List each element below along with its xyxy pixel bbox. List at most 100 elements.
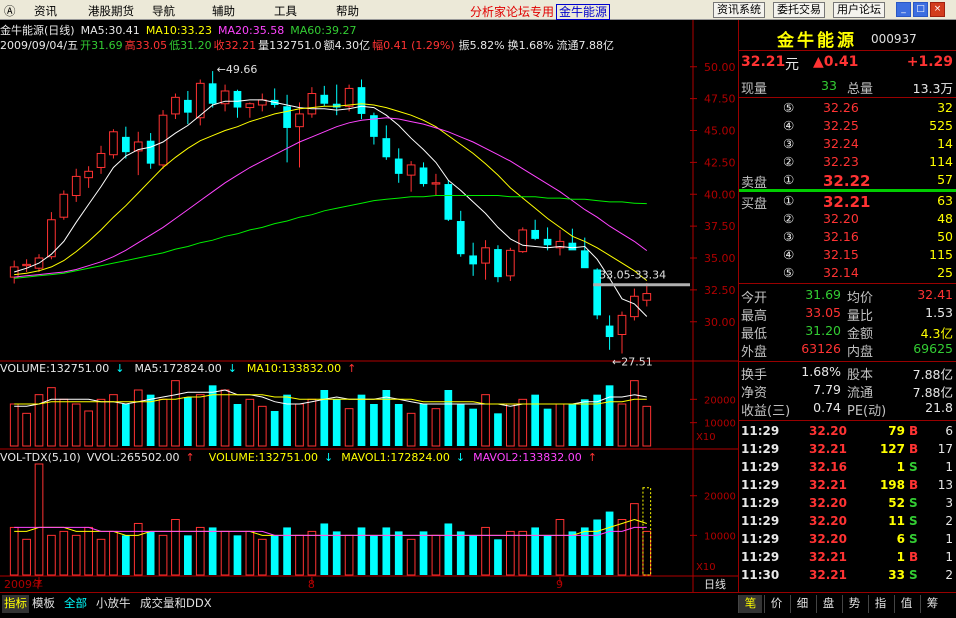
separator [739,361,956,362]
tab-indicator[interactable]: 指标 [2,595,29,613]
tick-price: 32.16 [809,460,847,474]
tab-chips[interactable]: 筹 [920,595,944,613]
tick-row[interactable]: 11:29 32.20 6 S 1 [739,532,956,550]
vol-value-label: VOLUME:132751.00 [0,362,110,375]
buy-order-row[interactable]: ③ 32.16 50 [739,229,956,247]
tick-side: B [909,424,919,438]
separator [739,283,956,284]
menu-a[interactable]: Ⓐ [4,3,16,19]
candle-up [96,152,106,168]
candle-up [9,266,19,278]
volume-bar-down [332,399,341,446]
sell-order-row[interactable]: ③ 32.24 14 [739,136,956,154]
tdx-bar-down [605,511,614,575]
tick-volume: 127 [879,442,905,456]
volume-bar-down [146,394,155,446]
buy-order-row[interactable]: ② 32.20 48 [739,211,956,229]
candle-down [146,140,155,164]
tab-template[interactable]: 模板 [30,595,57,613]
volume-bar-up [481,394,490,447]
menu-assist[interactable]: 辅助 [212,3,235,19]
menu-hk-futures[interactable]: 港股期货 [88,3,134,19]
tab-value[interactable]: 值 [894,595,918,613]
low-label: 低31.20 [169,39,212,52]
tab-detail[interactable]: 细 [790,595,814,613]
tdx-bar-down [394,531,403,575]
tab-book[interactable]: 盘 [816,595,840,613]
tab-volume-ddx[interactable]: 成交量和DDX [138,595,214,613]
stat-value: 63126 [801,341,841,356]
maximize-icon[interactable]: □ [913,2,928,17]
candle-down [184,99,192,113]
forum-button[interactable]: 用户论坛 [833,2,885,18]
tick-side: B [909,550,919,564]
tick-row[interactable]: 11:29 32.21 1 B 1 [739,550,956,568]
volume-bar-down [370,404,378,446]
candle-up [245,103,255,109]
order-level: ① [783,193,795,208]
tick-row[interactable]: 11:29 32.20 52 S 3 [739,496,956,514]
minimize-icon[interactable]: _ [896,2,911,17]
close-icon[interactable]: × [930,2,945,17]
order-volume: 48 [937,211,953,226]
tick-count: 1 [945,550,953,564]
chart-title: 金牛能源(日线) [0,24,75,37]
tick-price: 32.21 [809,442,847,456]
tdx-bar-up [158,534,168,576]
buy-order-row[interactable]: ① 32.21 63 [739,193,956,211]
sell-order-row[interactable]: ② 32.23 114 [739,154,956,172]
volume-bar-down [568,404,577,446]
menu-navigation[interactable]: 导航 [152,3,175,19]
tick-row[interactable]: 11:29 32.21 198 B 13 [739,478,956,496]
tick-row[interactable]: 11:30 32.21 33 S 2 [739,568,956,586]
tdx-bar-up [59,530,69,576]
tdx-bar-down [543,535,552,575]
candle-down [531,229,540,239]
price-header-line1: 金牛能源(日线) MA5:30.41 MA10:33.23 MA20:35.58 MA6… [0,22,362,38]
tab-price[interactable]: 价 [764,595,788,613]
volume-bar-up [295,403,304,447]
volume-bar-up [518,398,528,447]
buy-order-row[interactable]: ④ 32.15 115 [739,247,956,265]
sell-order-row[interactable]: ⑤ 32.26 32 [739,100,956,118]
tab-all[interactable]: 全部 [62,595,89,613]
tick-row[interactable]: 11:29 32.21 127 B 17 [739,442,956,460]
tick-price: 32.21 [809,550,847,564]
volume-bar-up [630,380,639,447]
turnover-label: 换1.68% [507,39,554,52]
stat-value: 0.74 [813,400,841,415]
menu-tools[interactable]: 工具 [274,3,297,19]
volume-bar-down [456,404,465,446]
tdx-bar-up [9,526,19,576]
news-system-button[interactable]: 资讯系统 [713,2,765,18]
tab-xiaofangniu[interactable]: 小放牛 [94,595,133,613]
tdx-bar-down [419,531,428,575]
tick-row[interactable]: 11:29 32.16 1 S 1 [739,460,956,478]
sell-order-row[interactable]: ④ 32.25 525 [739,118,956,136]
tick-volume: 1 [896,460,905,474]
volume-bar-up [506,403,515,447]
price-unit: 元 [785,57,799,73]
tick-row[interactable]: 11:29 32.20 79 B 6 [739,424,956,442]
price-axis-label: 42.50 [704,156,736,169]
tick-count: 1 [945,532,953,546]
price-header-line2: 2009/09/04/五 开31.69 高33.05 低31.20 收32.21 量132… [0,37,620,53]
tick-row[interactable]: 11:29 32.20 11 S 2 [739,514,956,532]
buy-order-row[interactable]: ⑤ 32.14 25 [739,265,956,283]
tdx-bar-up [630,503,639,576]
volume-bar-up [344,408,354,447]
candle-up [431,182,441,185]
kline-chart-area[interactable]: 50.00 47.50 45.00 42.50 40.00 37.50 35.00 32.50… [0,20,738,592]
tab-index[interactable]: 指 [868,595,892,613]
tick-volume: 1 [896,550,905,564]
volume-bar-down [382,390,391,446]
menu-help[interactable]: 帮助 [336,3,359,19]
tdx-bar-up [257,538,267,576]
tab-ticks[interactable]: 笔 [738,595,762,613]
kline-chart[interactable]: 50.00 47.50 45.00 42.50 40.00 37.50 35.00 32.50… [0,20,738,592]
menu-news[interactable]: 资讯 [34,3,57,19]
order-volume: 50 [937,229,953,244]
tab-trend[interactable]: 势 [842,595,866,613]
tdx-bar-down [233,535,242,575]
trade-button[interactable]: 委托交易 [773,2,825,18]
